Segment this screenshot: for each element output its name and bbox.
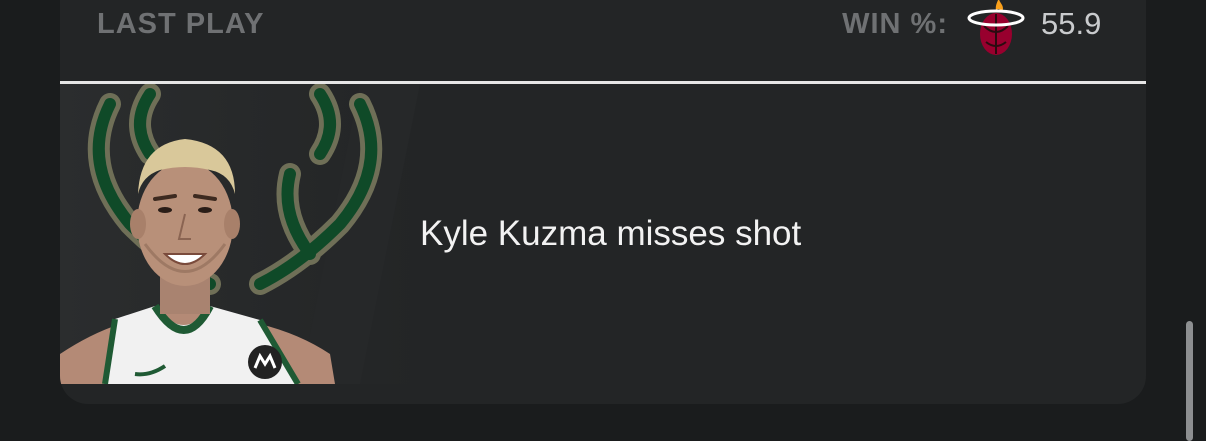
player-headshot [60, 84, 420, 384]
card-header: LAST PLAY WIN %: 55.9 [60, 0, 1146, 81]
win-percentage-label: WIN %: [842, 8, 948, 40]
miami-heat-logo-icon [966, 0, 1026, 58]
vertical-scrollbar[interactable] [1186, 321, 1193, 441]
play-description: Kyle Kuzma misses shot [420, 214, 802, 253]
win-percentage-value: 55.9 [1041, 6, 1102, 41]
last-play-card: LAST PLAY WIN %: 55.9 Kyle Kuzma misses … [60, 0, 1146, 404]
play-body: Kyle Kuzma misses shot [60, 84, 1146, 404]
last-play-title: LAST PLAY [97, 8, 265, 40]
